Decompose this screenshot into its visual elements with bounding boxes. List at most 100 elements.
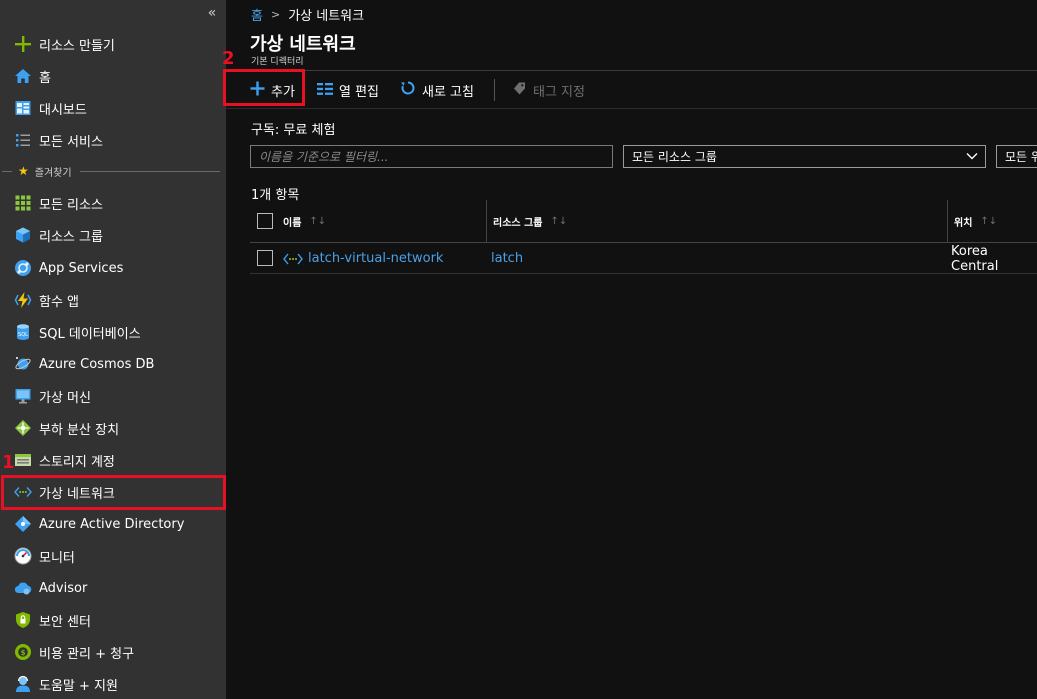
sidebar-item-sql-databases[interactable]: SQL SQL 데이터베이스 — [0, 316, 226, 348]
breadcrumb-separator: > — [270, 7, 281, 21]
page-header: 가상 네트워크 기본 디렉터리 — [226, 27, 1037, 71]
sidebar-item-cosmos-db[interactable]: Azure Cosmos DB — [0, 348, 226, 380]
dashboard-icon — [14, 99, 32, 117]
support-icon — [14, 675, 32, 693]
cube-icon — [14, 226, 32, 244]
sidebar-item-label: 대시보드 — [39, 102, 87, 118]
table-header: 이름 ↑↓ 리소스 그룹 ↑↓ 위치 ↑↓ — [250, 200, 1037, 243]
sidebar-item-function-apps[interactable]: 함수 앱 — [0, 284, 226, 316]
home-icon — [14, 67, 32, 85]
favorites-label: 즐겨찾기 — [34, 167, 72, 179]
location-text: Korea Central — [951, 243, 999, 274]
sidebar-item-label: 홈 — [39, 70, 51, 86]
load-balancer-icon — [14, 419, 32, 437]
sidebar-item-label: 모든 서비스 — [39, 134, 103, 150]
sidebar-item-label: 부하 분산 장치 — [39, 422, 120, 438]
active-directory-icon — [14, 515, 32, 533]
subscription-label: 구독: 무료 체험 — [251, 123, 336, 138]
create-resource-button[interactable]: 리소스 만들기 — [0, 28, 226, 60]
sidebar-item-storage-accounts[interactable]: 스토리지 계정 — [0, 444, 226, 476]
star-icon: ★ — [18, 164, 29, 178]
sidebar-item-label: 리소스 그룹 — [39, 229, 103, 245]
column-header-resource-group[interactable]: 리소스 그룹 ↑↓ — [493, 200, 567, 242]
sidebar-item-resource-groups[interactable]: 리소스 그룹 — [0, 219, 226, 251]
row-location-cell: Korea Central — [951, 243, 1037, 274]
sidebar: « 리소스 만들기 홈 대시보드 모든 서비스 ★ 즐겨찾기 모든 리소스 리소… — [0, 0, 226, 699]
sidebar-item-label: 보안 센터 — [39, 614, 91, 630]
sidebar-item-label: Advisor — [39, 580, 88, 596]
column-divider — [947, 200, 948, 242]
page-title: 가상 네트워크 — [250, 34, 356, 55]
sidebar-item-active-directory[interactable]: Azure Active Directory — [0, 508, 226, 540]
sidebar-item-virtual-machines[interactable]: 가상 머신 — [0, 380, 226, 412]
highlight-box-virtual-networks — [1, 475, 226, 510]
assign-tags-button[interactable]: 태그 지정 — [512, 78, 585, 102]
sidebar-item-label: 가상 머신 — [39, 390, 91, 406]
storage-icon — [14, 451, 32, 469]
grid-icon — [14, 194, 32, 212]
location-select[interactable]: 모든 위치 — [996, 145, 1037, 168]
divider — [79, 170, 220, 172]
column-divider — [486, 200, 487, 242]
sidebar-item-help-support[interactable]: 도움말 + 지원 — [0, 668, 226, 699]
name-filter-input[interactable] — [250, 145, 613, 168]
sidebar-item-label: 도움말 + 지원 — [39, 678, 118, 694]
collapse-sidebar-button[interactable]: « — [204, 4, 220, 22]
edit-columns-button[interactable]: 열 편집 — [317, 78, 379, 102]
main-content: 홈 > 가상 네트워크 가상 네트워크 기본 디렉터리 추가 열 편집 새로 고… — [222, 0, 1037, 699]
bolt-icon — [14, 291, 32, 309]
favorites-header: ★ 즐겨찾기 — [0, 160, 226, 182]
sort-icon: ↑↓ — [309, 215, 327, 227]
column-header-label: 리소스 그룹 — [493, 217, 543, 229]
resource-group-select[interactable]: 모든 리소스 그룹 — [623, 145, 986, 168]
sidebar-item-load-balancers[interactable]: 부하 분산 장치 — [0, 412, 226, 444]
svg-text:$: $ — [21, 649, 26, 657]
column-header-name[interactable]: 이름 ↑↓ — [283, 200, 326, 242]
column-header-label: 위치 — [954, 217, 973, 229]
sidebar-item-label: Azure Cosmos DB — [39, 356, 155, 372]
toolbar-divider — [494, 79, 495, 101]
plus-icon — [14, 35, 32, 53]
create-resource-label: 리소스 만들기 — [39, 38, 115, 54]
annotation-number-1: 1 — [2, 452, 15, 473]
sidebar-item-app-services[interactable]: App Services — [0, 252, 226, 284]
resource-group-link[interactable]: latch — [491, 251, 523, 266]
columns-icon — [317, 81, 333, 100]
toolbar: 추가 열 편집 새로 고침 태그 지정 — [226, 71, 1037, 109]
page-subtitle: 기본 디렉터리 — [251, 57, 304, 67]
sort-icon: ↑↓ — [550, 215, 568, 227]
row-checkbox[interactable] — [257, 250, 273, 266]
location-select-value: 모든 위치 — [1005, 150, 1037, 164]
refresh-icon — [400, 80, 416, 100]
refresh-label: 새로 고침 — [422, 84, 474, 100]
sidebar-item-label: Azure Active Directory — [39, 516, 185, 532]
sql-database-icon: SQL — [14, 323, 32, 341]
sidebar-item-label: 함수 앱 — [39, 294, 80, 310]
column-header-label: 이름 — [283, 217, 302, 229]
app-services-icon — [14, 259, 32, 277]
sidebar-item-all-resources[interactable]: 모든 리소스 — [0, 187, 226, 219]
divider — [2, 170, 12, 172]
highlight-box-add-button — [223, 69, 305, 106]
sidebar-item-all-services[interactable]: 모든 서비스 — [0, 124, 226, 156]
list-icon — [14, 131, 32, 149]
sidebar-item-label: App Services — [39, 260, 124, 276]
virtual-network-link[interactable]: latch-virtual-network — [308, 251, 443, 266]
refresh-button[interactable]: 새로 고침 — [400, 78, 474, 102]
sidebar-item-label: 모든 리소스 — [39, 197, 103, 213]
sidebar-item-cost-management[interactable]: $ 비용 관리 + 청구 — [0, 636, 226, 668]
sidebar-item-advisor[interactable]: Advisor — [0, 572, 226, 604]
sidebar-item-dashboard[interactable]: 대시보드 — [0, 92, 226, 124]
monitor-gauge-icon — [14, 547, 32, 565]
assign-tags-label: 태그 지정 — [533, 84, 585, 100]
sidebar-item-monitor[interactable]: 모니터 — [0, 540, 226, 572]
breadcrumb-home-link[interactable]: 홈 — [251, 5, 263, 24]
sidebar-item-security-center[interactable]: 보안 센터 — [0, 604, 226, 636]
advisor-cloud-icon — [14, 579, 32, 597]
select-all-checkbox[interactable] — [257, 213, 273, 229]
column-header-location[interactable]: 위치 ↑↓ — [954, 200, 997, 242]
sidebar-item-home[interactable]: 홈 — [0, 60, 226, 92]
chevron-down-icon — [965, 149, 979, 166]
row-name-cell: latch-virtual-network — [283, 243, 443, 274]
virtual-machine-icon — [14, 387, 32, 405]
